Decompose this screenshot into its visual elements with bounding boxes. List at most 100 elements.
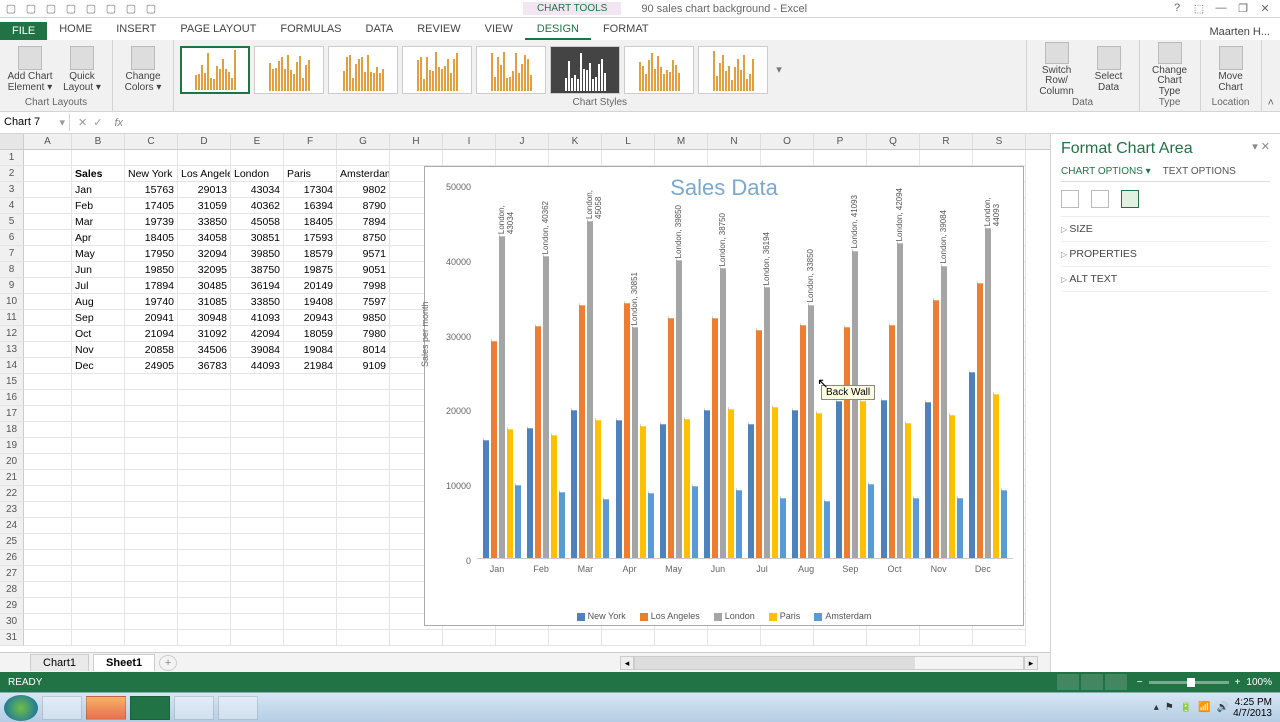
cell-D18[interactable] xyxy=(178,422,231,438)
bar-NewYork-Jul[interactable] xyxy=(748,424,754,558)
cell-F17[interactable] xyxy=(284,406,337,422)
cell-A9[interactable] xyxy=(24,278,72,294)
cell-E7[interactable]: 39850 xyxy=(231,246,284,262)
bar-NewYork-Jun[interactable] xyxy=(704,410,710,558)
cell-B23[interactable] xyxy=(72,502,125,518)
zoom-in-button[interactable]: + xyxy=(1235,677,1241,688)
ribbon-tab-home[interactable]: HOME xyxy=(47,20,104,40)
bar-NewYork-Oct[interactable] xyxy=(881,400,887,558)
cell-C28[interactable] xyxy=(125,582,178,598)
bar-London-Nov[interactable] xyxy=(941,266,947,558)
cell-E8[interactable]: 38750 xyxy=(231,262,284,278)
cell-E1[interactable] xyxy=(231,150,284,166)
cell-D10[interactable]: 31085 xyxy=(178,294,231,310)
bar-London-Feb[interactable] xyxy=(543,256,549,558)
ribbon-tab-review[interactable]: REVIEW xyxy=(405,20,472,40)
bar-LosAngeles-Apr[interactable] xyxy=(624,303,630,558)
cell-A8[interactable] xyxy=(24,262,72,278)
cell-F26[interactable] xyxy=(284,550,337,566)
taskbar-firefox[interactable] xyxy=(86,696,126,720)
cell-G5[interactable]: 7894 xyxy=(337,214,390,230)
effects-icon[interactable] xyxy=(1091,190,1109,208)
cell-C1[interactable] xyxy=(125,150,178,166)
row-header-10[interactable]: 10 xyxy=(0,294,24,310)
page-layout-view-button[interactable] xyxy=(1081,674,1103,690)
column-header-F[interactable]: F xyxy=(284,134,337,149)
chart-style-2[interactable] xyxy=(254,46,324,94)
cell-B3[interactable]: Jan xyxy=(72,182,125,198)
row-header-25[interactable]: 25 xyxy=(0,534,24,550)
column-header-E[interactable]: E xyxy=(231,134,284,149)
cell-A20[interactable] xyxy=(24,454,72,470)
row-header-2[interactable]: 2 xyxy=(0,166,24,182)
cell-D7[interactable]: 32094 xyxy=(178,246,231,262)
cell-A23[interactable] xyxy=(24,502,72,518)
row-header-15[interactable]: 15 xyxy=(0,374,24,390)
cell-A11[interactable] xyxy=(24,310,72,326)
ribbon-tab-format[interactable]: FORMAT xyxy=(591,20,661,40)
bar-LosAngeles-Jan[interactable] xyxy=(491,341,497,558)
cell-F10[interactable]: 19408 xyxy=(284,294,337,310)
cell-G22[interactable] xyxy=(337,486,390,502)
cell-I31[interactable] xyxy=(443,630,496,646)
cell-C21[interactable] xyxy=(125,470,178,486)
add-chart-element-button[interactable]: Add Chart Element ▾ xyxy=(6,42,54,97)
cell-R1[interactable] xyxy=(920,150,973,166)
help-button[interactable]: ? xyxy=(1168,2,1186,15)
bar-London-Mar[interactable] xyxy=(587,221,593,558)
cell-D2[interactable]: Los Angeles xyxy=(178,166,231,182)
row-header-24[interactable]: 24 xyxy=(0,518,24,534)
row-header-30[interactable]: 30 xyxy=(0,614,24,630)
cell-O1[interactable] xyxy=(761,150,814,166)
bar-LosAngeles-May[interactable] xyxy=(668,318,674,558)
cell-A18[interactable] xyxy=(24,422,72,438)
cell-F14[interactable]: 21984 xyxy=(284,358,337,374)
bar-Amsterdam-Oct[interactable] xyxy=(913,498,919,558)
cell-A12[interactable] xyxy=(24,326,72,342)
cell-E4[interactable]: 40362 xyxy=(231,198,284,214)
cell-A3[interactable] xyxy=(24,182,72,198)
cell-G27[interactable] xyxy=(337,566,390,582)
cell-E20[interactable] xyxy=(231,454,284,470)
taskbar-clock[interactable]: 4:25 PM 4/7/2013 xyxy=(1233,697,1276,719)
column-header-A[interactable]: A xyxy=(24,134,72,149)
row-header-11[interactable]: 11 xyxy=(0,310,24,326)
start-button[interactable] xyxy=(4,695,38,721)
cell-G12[interactable]: 7980 xyxy=(337,326,390,342)
column-header-R[interactable]: R xyxy=(920,134,973,149)
cell-E3[interactable]: 43034 xyxy=(231,182,284,198)
cell-G30[interactable] xyxy=(337,614,390,630)
bar-London-Aug[interactable] xyxy=(808,305,814,558)
system-tray[interactable]: ▴⚑🔋📶🔊 xyxy=(1154,702,1229,713)
cell-C5[interactable]: 19739 xyxy=(125,214,178,230)
cell-G8[interactable]: 9051 xyxy=(337,262,390,278)
cell-C8[interactable]: 19850 xyxy=(125,262,178,278)
row-header-13[interactable]: 13 xyxy=(0,342,24,358)
cell-A21[interactable] xyxy=(24,470,72,486)
row-header-4[interactable]: 4 xyxy=(0,198,24,214)
cell-C7[interactable]: 17950 xyxy=(125,246,178,262)
ribbon-tab-data[interactable]: DATA xyxy=(354,20,406,40)
taskbar-app2[interactable] xyxy=(218,696,258,720)
cell-D1[interactable] xyxy=(178,150,231,166)
cell-F18[interactable] xyxy=(284,422,337,438)
cell-C6[interactable]: 18405 xyxy=(125,230,178,246)
cell-E11[interactable]: 41093 xyxy=(231,310,284,326)
cell-D6[interactable]: 34058 xyxy=(178,230,231,246)
row-header-29[interactable]: 29 xyxy=(0,598,24,614)
page-break-view-button[interactable] xyxy=(1105,674,1127,690)
chart-style-5[interactable] xyxy=(476,46,546,94)
cell-E14[interactable]: 44093 xyxy=(231,358,284,374)
cell-F27[interactable] xyxy=(284,566,337,582)
cell-D24[interactable] xyxy=(178,518,231,534)
cell-F6[interactable]: 17593 xyxy=(284,230,337,246)
cell-E18[interactable] xyxy=(231,422,284,438)
bar-LosAngeles-Oct[interactable] xyxy=(889,325,895,558)
close-button[interactable]: ✕ xyxy=(1256,2,1274,15)
bar-LosAngeles-Sep[interactable] xyxy=(844,327,850,558)
row-header-22[interactable]: 22 xyxy=(0,486,24,502)
cell-B2[interactable]: Sales xyxy=(72,166,125,182)
bar-NewYork-Mar[interactable] xyxy=(571,410,577,558)
cell-O31[interactable] xyxy=(761,630,814,646)
row-header-8[interactable]: 8 xyxy=(0,262,24,278)
